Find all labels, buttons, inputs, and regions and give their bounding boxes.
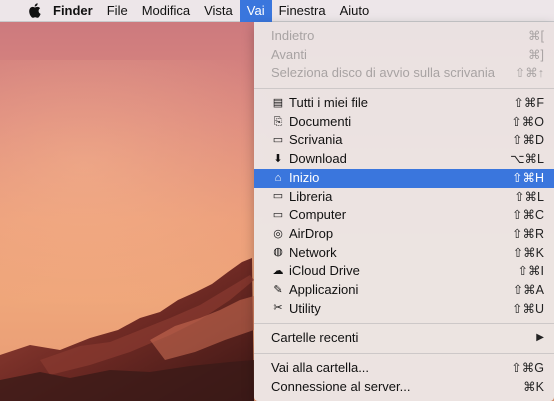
menu-item-shortcut: ⇧⌘U bbox=[511, 301, 544, 316]
network-globe-icon: ◍ bbox=[273, 246, 283, 259]
menu-item-label: Cartelle recenti bbox=[271, 330, 359, 346]
menu-item-label: Utility bbox=[289, 300, 321, 316]
menu-item-label: Indietro bbox=[271, 28, 315, 43]
airdrop-icon: ◎ bbox=[273, 227, 283, 240]
menu-item-vai-alla-cartella[interactable]: Vai alla cartella... ⇧⌘G bbox=[254, 359, 554, 378]
menu-item-shortcut: ⇧⌘L bbox=[514, 189, 544, 204]
menu-item-label: Vai alla cartella... bbox=[271, 360, 370, 375]
all-files-icon: ▤ bbox=[272, 96, 284, 109]
menu-item-shortcut: ⇧⌘F bbox=[513, 96, 544, 111]
menu-item-label: Seleziona disco di avvio sulla scrivania bbox=[271, 65, 496, 81]
menu-finestra[interactable]: Finestra bbox=[272, 0, 333, 22]
menu-item-label: iCloud Drive bbox=[289, 263, 360, 279]
download-icon: ⬇ bbox=[273, 152, 283, 165]
menu-item-utility[interactable]: ✂ Utility ⇧⌘U bbox=[254, 300, 554, 319]
menu-item-seleziona-disco[interactable]: Seleziona disco di avvio sulla scrivania… bbox=[254, 64, 554, 83]
menu-vai[interactable]: Vai bbox=[239, 0, 272, 22]
menu-item-download[interactable]: ⬇ Download ⌥⌘L bbox=[254, 150, 554, 169]
home-icon: ⌂ bbox=[274, 171, 282, 184]
menu-separator bbox=[254, 323, 554, 325]
menu-separator bbox=[254, 353, 554, 354]
menu-item-shortcut: ⇧⌘K bbox=[512, 245, 544, 260]
menu-finder[interactable]: Finder bbox=[46, 0, 100, 22]
menu-item-label: AirDrop bbox=[289, 225, 334, 241]
menu-item-avanti[interactable]: Avanti ⌘] bbox=[254, 46, 554, 65]
go-dropdown-menu: Indietro ⌘[ Avanti ⌘] Seleziona disco di… bbox=[254, 22, 554, 401]
menu-item-documenti[interactable]: ⎘ Documenti ⇧⌘O bbox=[254, 113, 554, 132]
menu-vista[interactable]: Vista bbox=[197, 0, 240, 22]
applications-icon: ✎ bbox=[273, 283, 283, 296]
menu-separator bbox=[254, 88, 554, 90]
documents-icon: ⎘ bbox=[273, 115, 283, 128]
menu-file[interactable]: File bbox=[100, 0, 135, 22]
menu-item-shortcut: ⌘] bbox=[528, 47, 544, 62]
menu-item-shortcut: ⇧⌘I bbox=[517, 264, 544, 279]
apple-menu-button[interactable] bbox=[22, 0, 46, 22]
menu-item-label: Avanti bbox=[271, 46, 307, 62]
library-folder-icon: ▭ bbox=[272, 190, 284, 203]
utility-tools-icon: ✂ bbox=[273, 302, 283, 315]
computer-icon: ▭ bbox=[272, 209, 284, 222]
menu-aiuto[interactable]: Aiuto bbox=[333, 0, 377, 22]
menu-item-icloud-drive[interactable]: ☁ iCloud Drive ⇧⌘I bbox=[254, 262, 554, 281]
menu-item-shortcut: ⇧⌘A bbox=[512, 282, 544, 297]
menu-item-shortcut: ⇧⌘R bbox=[511, 226, 544, 241]
menu-item-cartelle-recenti[interactable]: Cartelle recenti ▶ bbox=[254, 329, 554, 348]
menu-item-label: Connessione al server... bbox=[271, 378, 411, 394]
menu-item-inizio[interactable]: ⌂ Inizio ⇧⌘H bbox=[254, 168, 554, 188]
menu-item-label: Download bbox=[289, 151, 347, 167]
menu-item-network[interactable]: ◍ Network ⇧⌘K bbox=[254, 244, 554, 263]
menu-item-label: Documenti bbox=[289, 113, 352, 129]
menu-item-shortcut: ⇧⌘H bbox=[511, 170, 544, 185]
menu-bar: Finder File Modifica Vista Vai Finestra … bbox=[0, 0, 554, 22]
menu-item-libreria[interactable]: ▭ Libreria ⇧⌘L bbox=[254, 188, 554, 207]
menu-item-label: Tutti i miei file bbox=[289, 95, 368, 111]
menu-item-airdrop[interactable]: ◎ AirDrop ⇧⌘R bbox=[254, 225, 554, 244]
icloud-icon: ☁ bbox=[272, 265, 284, 278]
menu-item-shortcut: ⇧⌘G bbox=[511, 361, 544, 375]
menu-modifica[interactable]: Modifica bbox=[135, 0, 197, 22]
menu-item-label: Libreria bbox=[289, 188, 333, 204]
menu-item-shortcut: ⇧⌘O bbox=[511, 114, 544, 129]
desktop-icon: ▭ bbox=[272, 134, 284, 147]
apple-logo-icon bbox=[28, 3, 41, 18]
menu-item-shortcut: ⌘K bbox=[523, 379, 544, 394]
menu-item-computer[interactable]: ▭ Computer ⇧⌘C bbox=[254, 206, 554, 225]
menu-item-shortcut: ⇧⌘↑ bbox=[514, 66, 544, 81]
menu-item-label: Inizio bbox=[289, 169, 320, 185]
menu-item-shortcut: ⌥⌘L bbox=[510, 152, 544, 167]
menu-item-applicazioni[interactable]: ✎ Applicazioni ⇧⌘A bbox=[254, 281, 554, 300]
menu-item-label: Computer bbox=[289, 207, 347, 223]
menu-item-label: Applicazioni bbox=[289, 281, 359, 297]
menu-item-label: Scrivania bbox=[289, 132, 343, 148]
menu-item-indietro[interactable]: Indietro ⌘[ bbox=[254, 27, 554, 46]
menu-item-shortcut: ⇧⌘C bbox=[511, 208, 544, 223]
menu-item-shortcut: ⌘[ bbox=[528, 29, 544, 43]
menu-item-shortcut: ⇧⌘D bbox=[511, 133, 544, 148]
menu-item-tutti-i-miei-file[interactable]: ▤ Tutti i miei file ⇧⌘F bbox=[254, 94, 554, 113]
menu-item-label: Network bbox=[289, 244, 337, 260]
submenu-arrow-icon: ▶ bbox=[536, 332, 544, 344]
menu-item-scrivania[interactable]: ▭ Scrivania ⇧⌘D bbox=[254, 131, 554, 150]
menu-item-connessione-al-server[interactable]: Connessione al server... ⌘K bbox=[254, 378, 554, 397]
